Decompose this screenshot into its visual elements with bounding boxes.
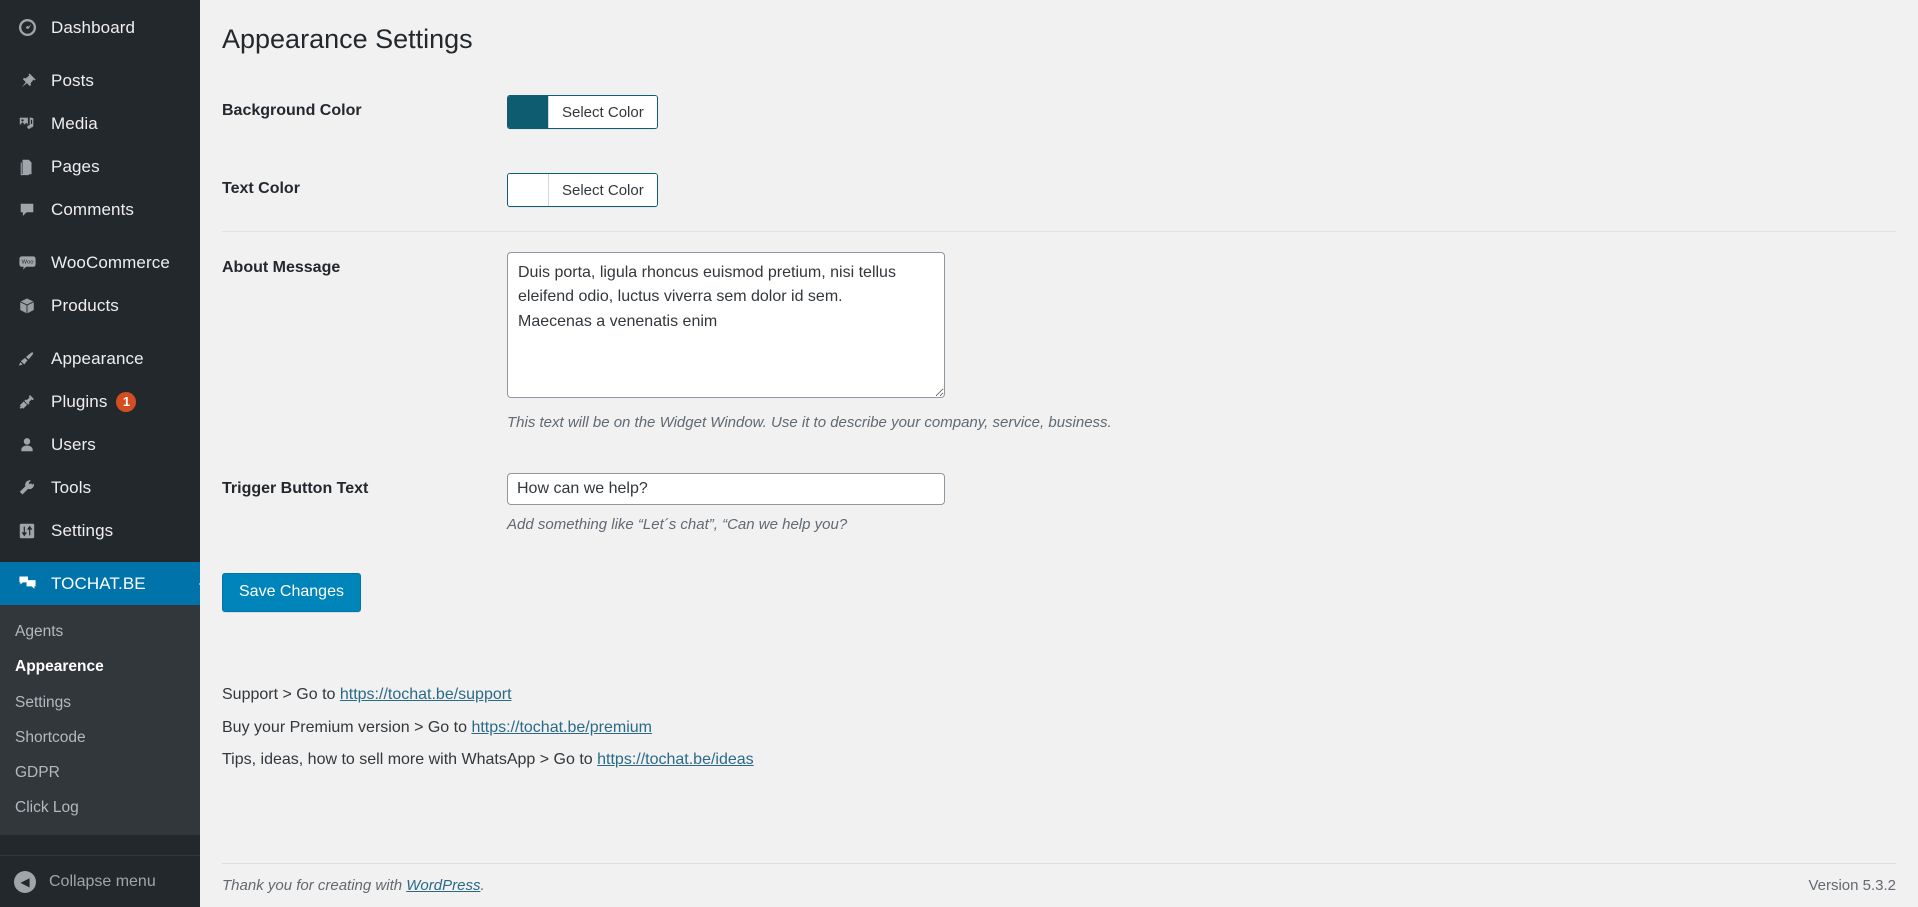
main-content: Appearance Settings Background Color Sel…	[200, 0, 1918, 907]
background-color-swatch[interactable]	[508, 96, 548, 129]
text-select-color-button[interactable]: Select Color	[548, 174, 657, 207]
sidebar-item-users[interactable]: Users	[0, 423, 200, 466]
woo-icon: Woo	[14, 253, 40, 272]
sidebar-item-label: Dashboard	[51, 17, 136, 37]
sidebar-item-products[interactable]: Products	[0, 284, 200, 327]
sidebar-divider	[0, 49, 200, 59]
sidebar-item-label: Media	[51, 113, 98, 133]
text-color-picker[interactable]: Select Color	[507, 173, 658, 208]
sidebar-item-settings[interactable]: Settings	[0, 509, 200, 552]
sliders-icon	[14, 522, 40, 540]
sidebar-item-dashboard[interactable]: Dashboard	[0, 6, 200, 49]
submenu-item-click-log[interactable]: Click Log	[0, 790, 200, 825]
chat-bubbles-icon	[14, 574, 40, 593]
sidebar-item-pages[interactable]: Pages	[0, 145, 200, 188]
comment-icon	[14, 201, 40, 219]
sidebar-item-tools[interactable]: Tools	[0, 466, 200, 509]
sidebar-item-label: Plugins	[51, 391, 108, 411]
submenu-item-gdpr[interactable]: GDPR	[0, 755, 200, 790]
admin-page: Dashboard Posts Media Pages Comments Woo…	[0, 0, 1918, 907]
chevron-left-icon: ◀	[14, 870, 36, 893]
sidebar-item-label: Posts	[51, 70, 95, 90]
admin-footer: Thank you for creating with WordPress. V…	[222, 863, 1896, 907]
collapse-menu-label: Collapse menu	[49, 872, 156, 890]
box-icon	[14, 297, 40, 315]
save-changes-button[interactable]: Save Changes	[222, 573, 361, 612]
plugins-update-badge: 1	[116, 391, 137, 412]
sidebar-divider	[0, 552, 200, 562]
support-links: Support > Go to https://tochat.be/suppor…	[222, 684, 1896, 772]
support-link[interactable]: https://tochat.be/support	[340, 686, 512, 703]
trigger-button-text-hint: Add something like “Let´s chat”, “Can we…	[507, 516, 848, 534]
dashboard-icon	[14, 18, 40, 37]
user-icon	[14, 436, 40, 454]
footer-thanks: Thank you for creating with WordPress.	[222, 877, 485, 894]
support-line-1-text: Support > Go to	[222, 685, 340, 703]
page-title: Appearance Settings	[222, 24, 473, 54]
submenu-item-agents[interactable]: Agents	[0, 614, 200, 649]
submenu-item-appearence[interactable]: Appearence	[0, 649, 200, 684]
appearance-settings-form: Background Color Select Color Text Color	[222, 75, 1896, 555]
pin-icon	[14, 72, 40, 90]
about-message-label: About Message	[222, 231, 507, 454]
text-color-label: Text Color	[222, 180, 300, 198]
support-line-3: Tips, ideas, how to sell more with Whats…	[222, 749, 1896, 772]
submenu-item-settings[interactable]: Settings	[0, 685, 200, 720]
media-icon	[14, 115, 40, 133]
save-section: Save Changes	[222, 555, 1896, 612]
background-color-picker[interactable]: Select Color	[507, 95, 658, 130]
sidebar-item-tochat[interactable]: TOCHAT.BE	[0, 562, 208, 605]
trigger-button-text-input[interactable]	[507, 473, 945, 506]
background-select-color-button[interactable]: Select Color	[548, 96, 657, 129]
sidebar-item-plugins[interactable]: Plugins 1	[0, 380, 200, 423]
sidebar-item-label: TOCHAT.BE	[51, 573, 146, 593]
sidebar-item-media[interactable]: Media	[0, 102, 200, 145]
wrench-icon	[14, 479, 40, 497]
sidebar-item-appearance[interactable]: Appearance	[0, 337, 200, 380]
about-message-textarea[interactable]: Duis porta, ligula rhoncus euismod preti…	[507, 252, 945, 399]
admin-sidebar: Dashboard Posts Media Pages Comments Woo…	[0, 0, 208, 907]
trigger-button-text-label: Trigger Button Text	[222, 480, 369, 498]
sidebar-item-label: Appearance	[51, 348, 144, 368]
footer-version: Version 5.3.2	[1808, 877, 1896, 894]
row-trigger-button-text: Trigger Button Text Add something like “…	[222, 453, 1896, 555]
sidebar-item-label: Comments	[51, 199, 134, 219]
support-line-1: Support > Go to https://tochat.be/suppor…	[222, 684, 1896, 707]
wordpress-link[interactable]: WordPress	[406, 877, 480, 894]
footer-thanks-suffix: .	[480, 877, 485, 894]
collapse-menu-button[interactable]: ◀ Collapse menu	[0, 855, 200, 907]
sidebar-divider	[0, 231, 200, 241]
support-line-2-text: Buy your Premium version > Go to	[222, 718, 472, 736]
sidebar-item-label: Settings	[51, 520, 114, 540]
tochat-submenu: Agents Appearence Settings Shortcode GDP…	[0, 605, 200, 835]
row-text-color: Text Color Select Color	[222, 153, 1896, 232]
sidebar-item-posts[interactable]: Posts	[0, 59, 200, 102]
background-color-label: Background Color	[222, 102, 362, 120]
sidebar-item-label: Pages	[51, 156, 100, 176]
text-color-swatch[interactable]	[508, 174, 548, 207]
about-message-hint: This text will be on the Widget Window. …	[507, 414, 1112, 432]
footer-thanks-prefix: Thank you for creating with	[222, 877, 407, 894]
premium-link[interactable]: https://tochat.be/premium	[471, 719, 652, 736]
row-background-color: Background Color Select Color	[222, 75, 1896, 153]
plug-icon	[14, 393, 40, 411]
brush-icon	[14, 350, 40, 368]
row-about-message: About Message Duis porta, ligula rhoncus…	[222, 231, 1896, 454]
sidebar-divider	[0, 327, 200, 337]
sidebar-item-label: Tools	[51, 477, 92, 497]
sidebar-item-woocommerce[interactable]: Woo WooCommerce	[0, 241, 200, 284]
sidebar-item-label: Products	[51, 295, 119, 315]
sidebar-item-comments[interactable]: Comments	[0, 188, 200, 231]
sidebar-item-label: WooCommerce	[51, 252, 170, 272]
svg-text:Woo: Woo	[21, 260, 34, 266]
sidebar-item-label: Users	[51, 434, 96, 454]
ideas-link[interactable]: https://tochat.be/ideas	[597, 751, 754, 768]
support-line-3-text: Tips, ideas, how to sell more with Whats…	[222, 751, 598, 769]
pages-icon	[14, 158, 40, 176]
submenu-item-shortcode[interactable]: Shortcode	[0, 720, 200, 755]
support-line-2: Buy your Premium version > Go to https:/…	[222, 717, 1896, 740]
